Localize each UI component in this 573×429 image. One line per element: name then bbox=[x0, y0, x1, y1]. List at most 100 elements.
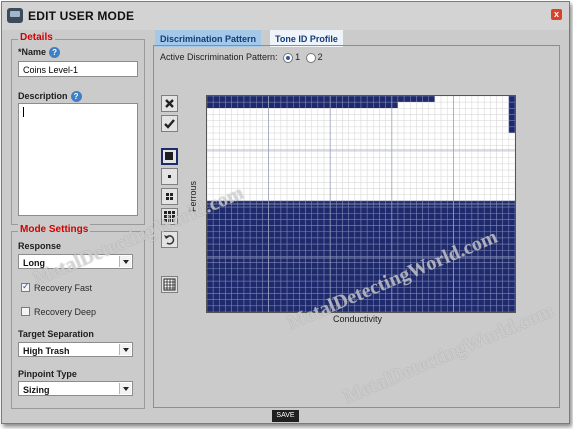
grid-cell-accepted[interactable] bbox=[440, 145, 448, 152]
grid-cell-accepted[interactable] bbox=[299, 157, 306, 165]
grid-cell-rejected[interactable] bbox=[219, 280, 226, 288]
grid-cell-accepted[interactable] bbox=[274, 163, 282, 171]
grid-cell-rejected[interactable] bbox=[508, 268, 515, 276]
grid-cell-accepted[interactable] bbox=[397, 126, 405, 134]
grid-cell-rejected[interactable] bbox=[508, 213, 515, 220]
grid-cell-accepted[interactable] bbox=[379, 188, 386, 195]
grid-cell-rejected[interactable] bbox=[225, 219, 232, 226]
grid-cell-rejected[interactable] bbox=[212, 96, 220, 103]
grid-cell-rejected[interactable] bbox=[274, 256, 282, 263]
grid-cell-rejected[interactable] bbox=[446, 206, 454, 214]
grid-cell-rejected[interactable] bbox=[329, 243, 337, 251]
grid-cell-accepted[interactable] bbox=[496, 108, 503, 115]
grid-cell-rejected[interactable] bbox=[483, 219, 491, 226]
grid-cell-accepted[interactable] bbox=[496, 120, 503, 128]
grid-cell-accepted[interactable] bbox=[243, 120, 251, 128]
grid-cell-rejected[interactable] bbox=[360, 225, 368, 233]
grid-cell-accepted[interactable] bbox=[360, 145, 368, 152]
grid-cell-accepted[interactable] bbox=[256, 145, 263, 152]
grid-cell-accepted[interactable] bbox=[305, 182, 312, 189]
grid-cell-rejected[interactable] bbox=[379, 219, 386, 226]
grid-cell-accepted[interactable] bbox=[440, 151, 448, 158]
grid-cell-accepted[interactable] bbox=[428, 108, 436, 115]
grid-cell-rejected[interactable] bbox=[403, 243, 411, 251]
grid-cell-rejected[interactable] bbox=[391, 299, 399, 307]
grid-cell-rejected[interactable] bbox=[311, 256, 319, 263]
grid-cell-rejected[interactable] bbox=[207, 262, 214, 270]
grid-cell-accepted[interactable] bbox=[440, 194, 448, 202]
grid-cell-rejected[interactable] bbox=[453, 231, 460, 239]
grid-cell-rejected[interactable] bbox=[262, 101, 269, 109]
grid-cell-accepted[interactable] bbox=[477, 132, 485, 140]
grid-cell-accepted[interactable] bbox=[496, 194, 503, 202]
grid-cell-accepted[interactable] bbox=[292, 188, 300, 195]
grid-cell-accepted[interactable] bbox=[496, 126, 503, 134]
grid-cell-rejected[interactable] bbox=[366, 96, 374, 103]
grid-cell-rejected[interactable] bbox=[496, 299, 503, 307]
grid-cell-accepted[interactable] bbox=[483, 194, 491, 202]
grid-cell-rejected[interactable] bbox=[348, 250, 356, 257]
grid-cell-accepted[interactable] bbox=[207, 163, 214, 171]
grid-cell-accepted[interactable] bbox=[440, 182, 448, 189]
grid-cell-rejected[interactable] bbox=[410, 305, 417, 312]
grid-cell-accepted[interactable] bbox=[336, 145, 343, 152]
grid-cell-accepted[interactable] bbox=[354, 175, 362, 183]
grid-cell-rejected[interactable] bbox=[459, 305, 466, 312]
grid-cell-rejected[interactable] bbox=[354, 225, 362, 233]
grid-cell-rejected[interactable] bbox=[268, 268, 276, 276]
grid-cell-rejected[interactable] bbox=[410, 225, 417, 233]
grid-cell-rejected[interactable] bbox=[212, 287, 220, 294]
grid-cell-rejected[interactable] bbox=[305, 206, 312, 214]
grid-cell-rejected[interactable] bbox=[459, 213, 466, 220]
grid-cell-accepted[interactable] bbox=[286, 175, 294, 183]
grid-cell-rejected[interactable] bbox=[490, 274, 497, 282]
recovery-fast-checkbox[interactable] bbox=[21, 281, 30, 292]
grid-cell-accepted[interactable] bbox=[348, 169, 356, 177]
grid-cell-rejected[interactable] bbox=[410, 96, 417, 103]
grid-cell-accepted[interactable] bbox=[477, 108, 485, 115]
grid-cell-accepted[interactable] bbox=[274, 126, 282, 134]
brush-medium-icon[interactable] bbox=[161, 188, 178, 205]
grid-cell-rejected[interactable] bbox=[212, 262, 220, 270]
grid-cell-accepted[interactable] bbox=[212, 120, 220, 128]
grid-cell-rejected[interactable] bbox=[496, 213, 503, 220]
grid-cell-accepted[interactable] bbox=[471, 114, 479, 121]
grid-cell-rejected[interactable] bbox=[403, 293, 411, 300]
grid-cell-rejected[interactable] bbox=[397, 299, 405, 307]
accept-icon[interactable] bbox=[161, 115, 178, 132]
grid-cell-rejected[interactable] bbox=[366, 206, 374, 214]
grid-cell-rejected[interactable] bbox=[366, 305, 374, 312]
grid-cell-rejected[interactable] bbox=[483, 274, 491, 282]
grid-cell-rejected[interactable] bbox=[329, 256, 337, 263]
grid-cell-rejected[interactable] bbox=[212, 250, 220, 257]
grid-cell-accepted[interactable] bbox=[262, 145, 269, 152]
grid-cell-rejected[interactable] bbox=[329, 213, 337, 220]
grid-cell-rejected[interactable] bbox=[237, 280, 245, 288]
grid-cell-accepted[interactable] bbox=[483, 126, 491, 134]
grid-cell-rejected[interactable] bbox=[483, 213, 491, 220]
grid-cell-rejected[interactable] bbox=[428, 237, 436, 245]
grid-cell-accepted[interactable] bbox=[422, 188, 430, 195]
grid-cell-accepted[interactable] bbox=[329, 145, 337, 152]
grid-cell-accepted[interactable] bbox=[360, 182, 368, 189]
grid-cell-rejected[interactable] bbox=[428, 206, 436, 214]
grid-cell-accepted[interactable] bbox=[274, 114, 282, 121]
grid-cell-accepted[interactable] bbox=[243, 114, 251, 121]
grid-cell-rejected[interactable] bbox=[385, 231, 393, 239]
grid-cell-accepted[interactable] bbox=[366, 175, 374, 183]
grid-cell-rejected[interactable] bbox=[219, 237, 226, 245]
grid-cell-accepted[interactable] bbox=[428, 163, 436, 171]
grid-cell-rejected[interactable] bbox=[317, 256, 325, 263]
grid-cell-rejected[interactable] bbox=[305, 237, 312, 245]
grid-cell-accepted[interactable] bbox=[323, 145, 331, 152]
grid-cell-rejected[interactable] bbox=[212, 243, 220, 251]
grid-cell-accepted[interactable] bbox=[225, 145, 232, 152]
grid-cell-rejected[interactable] bbox=[262, 274, 269, 282]
grid-cell-rejected[interactable] bbox=[391, 213, 399, 220]
grid-cell-rejected[interactable] bbox=[311, 231, 319, 239]
grid-cell-accepted[interactable] bbox=[373, 194, 380, 202]
grid-cell-rejected[interactable] bbox=[440, 287, 448, 294]
grid-cell-rejected[interactable] bbox=[237, 287, 245, 294]
grid-cell-accepted[interactable] bbox=[317, 151, 325, 158]
grid-cell-rejected[interactable] bbox=[262, 287, 269, 294]
